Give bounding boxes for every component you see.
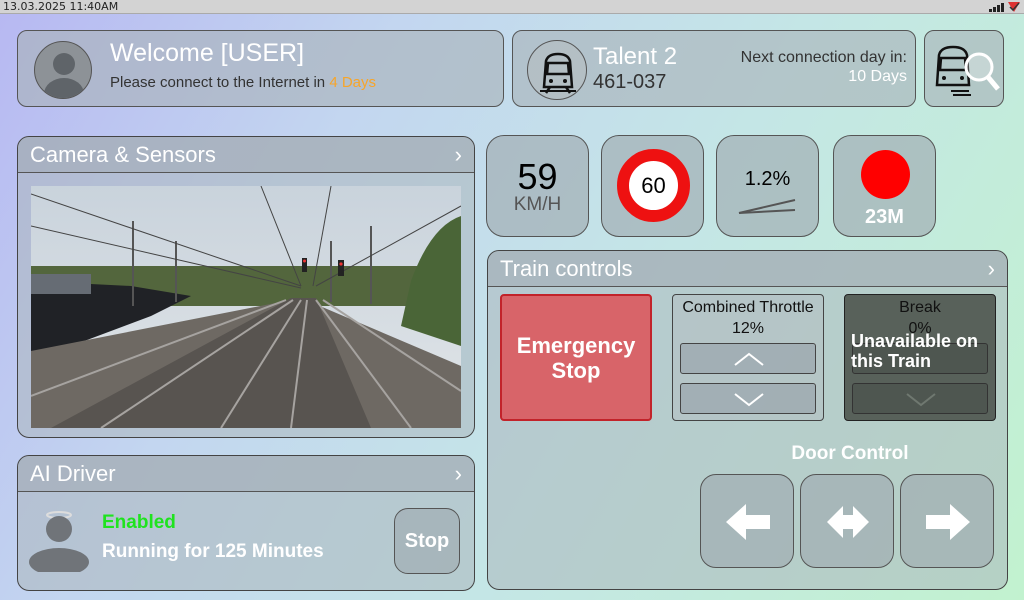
train-search-button[interactable] [924,30,1004,107]
throttle-control: Combined Throttle 12% [672,294,824,421]
ai-driver-header[interactable]: AI Driver › [18,456,474,492]
signal-light-icon [861,150,910,199]
speed-limit-gauge: 60 [601,135,704,237]
wifi-icon [1008,2,1020,12]
brake-control: Break 0% Unavailable on this Train [844,294,996,421]
ai-stop-button[interactable]: Stop [394,508,460,574]
driver-icon [29,511,89,572]
train-name: Talent 2 [593,43,678,70]
ai-driver-status: Enabled [102,512,176,533]
camera-feed-image [31,186,461,428]
ai-driver-title: AI Driver [30,461,116,486]
throttle-up-button[interactable] [680,343,816,374]
train-search-icon [935,45,1000,96]
emergency-stop-button[interactable]: Emergency Stop [500,294,652,421]
next-connection-value: 10 Days [848,68,907,85]
arrow-right-icon [926,504,970,540]
door-right-button[interactable] [900,474,994,568]
camera-panel-header[interactable]: Camera & Sensors › [18,137,474,173]
brake-down-button [852,383,988,414]
ai-driver-panel: AI Driver › Enabled Running for 125 Minu… [17,455,475,591]
door-left-button[interactable] [700,474,794,568]
train-controls-header[interactable]: Train controls › [488,251,1007,287]
welcome-days: 4 Days [329,74,376,91]
camera-feed[interactable] [31,186,461,428]
speed-value: 59 [517,156,558,197]
user-icon [44,53,84,98]
chevron-down-icon [734,393,764,407]
speed-limit-sign: 60 [617,149,690,222]
chevron-down-icon [906,393,936,407]
door-both-button[interactable] [800,474,894,568]
chevron-right-icon: › [454,461,462,486]
gradient-slope-icon [738,199,796,214]
status-icons [989,2,1020,12]
train-controls-panel: Train controls › Emergency Stop Combined… [487,250,1008,590]
brake-unavailable-message: Unavailable on this Train [851,331,979,371]
chevron-right-icon: › [454,142,462,167]
train-controls-title: Train controls [500,256,633,281]
throttle-value: 12% [731,320,765,337]
gradient-gauge: 1.2% [716,135,819,237]
arrow-left-icon [726,504,770,540]
user-avatar [34,41,92,99]
emergency-stop-label: Emergency Stop [516,332,636,383]
train-avatar [527,40,587,100]
signal-gauge: 23M [833,135,936,237]
status-bar: 13.03.2025 11:40AM [0,0,1024,14]
throttle-down-button[interactable] [680,383,816,414]
train-number: 461-037 [593,71,667,93]
speed-limit-value: 60 [641,172,666,198]
signal-icon [989,2,1004,12]
status-datetime: 13.03.2025 11:40AM [3,0,119,13]
train-icon [540,52,576,94]
train-info-card: Talent 2 461-037 Next connection day in:… [512,30,916,107]
welcome-message-text: Please connect to the Internet in [110,74,330,91]
welcome-title: Welcome [USER] [110,39,305,67]
welcome-card: Welcome [USER] Please connect to the Int… [17,30,504,107]
ai-driver-running: Running for 125 Minutes [102,541,324,562]
gradient-value: 1.2% [744,168,791,190]
next-connection-label: Next connection day in: [740,49,907,66]
throttle-label: Combined Throttle [682,299,814,316]
signal-distance: 23M [865,206,904,228]
chevron-right-icon: › [987,256,995,281]
chevron-up-icon [734,352,764,366]
camera-panel: Camera & Sensors › [17,136,475,438]
speed-unit: KM/H [513,194,562,215]
ai-stop-label: Stop [404,529,450,552]
speed-gauge: 59 KM/H [486,135,589,237]
camera-panel-title: Camera & Sensors [30,142,216,167]
welcome-message: Please connect to the Internet in 4 Days [110,74,376,91]
door-control-label: Door Control [791,443,909,464]
arrow-both-icon [827,506,869,538]
brake-label: Break [899,299,941,316]
